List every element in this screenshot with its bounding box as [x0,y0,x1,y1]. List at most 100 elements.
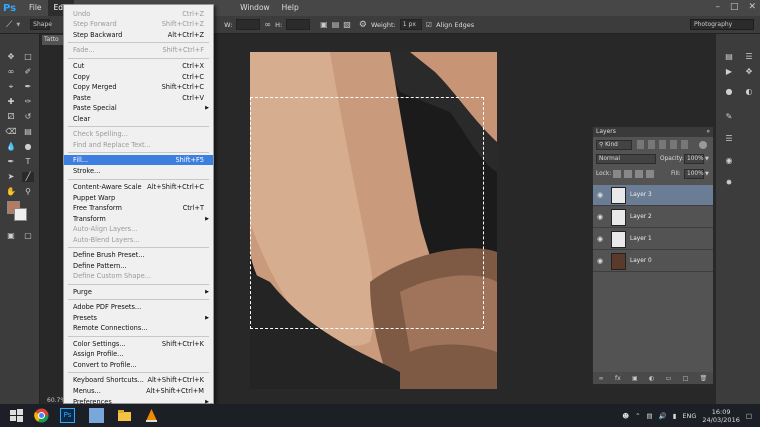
layer-row[interactable]: ◉ Layer 0 [593,251,713,272]
path-selection-tool-icon[interactable]: ➤ [5,172,17,182]
filter-shape-icon[interactable] [670,140,677,149]
path-arrangement-icon[interactable]: ▧ [343,20,351,29]
tool-mode-select[interactable]: Shape [30,19,52,30]
network-icon[interactable]: ▤ [647,412,653,420]
minimize-icon[interactable]: – [715,2,720,12]
layer-name[interactable]: Layer 3 [630,185,652,206]
layer-name[interactable]: Layer 0 [630,251,652,272]
menu-item-assign-profile[interactable]: Assign Profile... [64,349,213,359]
path-alignment-icon[interactable]: ▤ [332,20,340,29]
lock-image-icon[interactable] [624,170,632,178]
menu-item-purge[interactable]: Purge ▶ [64,287,213,297]
menu-item-free-transform[interactable]: Free Transform Ctrl+T [64,203,213,213]
show-hidden-icons-icon[interactable]: ⌃ [635,412,640,420]
photoshop-taskbar-icon[interactable]: Ps [60,408,75,423]
chrome-icon[interactable] [34,408,49,423]
width-field[interactable] [236,19,261,30]
paths-panel-icon[interactable]: ✸ [723,178,735,188]
visibility-eye-icon[interactable]: ◉ [597,213,605,221]
blend-mode-select[interactable]: Normal [596,154,656,164]
menu-item-auto-blend-layers[interactable]: Auto-Blend Layers... [64,235,213,245]
lock-all-icon[interactable] [646,170,654,178]
menu-item-cut[interactable]: Cut Ctrl+X [64,61,213,71]
volume-icon[interactable]: 🔊 [659,412,667,420]
actions-panel-icon[interactable]: ▶ [723,67,735,77]
navigator-panel-icon[interactable]: ✥ [743,67,755,77]
tool-preset-dropdown-icon[interactable]: ▼ [16,22,20,28]
dodge-tool-icon[interactable]: ● [22,142,34,152]
eyedropper-tool-icon[interactable]: ✒ [22,82,34,92]
healing-brush-tool-icon[interactable]: ✚ [5,97,17,107]
menu-item-fade[interactable]: Fade... Shift+Ctrl+F [64,45,213,55]
file-explorer-icon[interactable] [117,408,132,423]
battery-icon[interactable]: ▮ [673,412,677,420]
filter-toggle-icon[interactable] [699,141,707,149]
menu-item-paste-special[interactable]: Paste Special ▶ [64,103,213,113]
menu-item-puppet-warp[interactable]: Puppet Warp [64,193,213,203]
lock-transparent-icon[interactable] [613,170,621,178]
fill-field[interactable]: 100% [684,169,704,179]
layer-row[interactable]: ◉ Layer 2 [593,207,713,228]
taskbar-clock[interactable]: 16:09 24/03/2016 [702,408,739,424]
eraser-tool-icon[interactable]: ⌫ [5,127,17,137]
menu-item-paste[interactable]: Paste Ctrl+V [64,93,213,103]
weight-field[interactable]: 1 px [399,19,422,30]
maximize-icon[interactable]: □ [730,2,739,12]
visibility-eye-icon[interactable]: ◉ [597,257,605,265]
clone-stamp-tool-icon[interactable]: ⚂ [5,112,17,122]
brush-panel-icon[interactable]: ✎ [723,112,735,122]
people-icon[interactable]: ☻ [622,412,629,420]
menu-item-check-spelling[interactable]: Check Spelling... [64,129,213,139]
link-layers-icon[interactable]: ∞ [599,375,604,382]
menu-item-fill[interactable]: Fill... Shift+F5 [64,155,213,165]
menu-item-stroke[interactable]: Stroke... [64,166,213,176]
quick-selection-tool-icon[interactable]: ✐ [22,67,34,77]
menu-item-auto-align-layers[interactable]: Auto-Align Layers... [64,224,213,234]
filter-pixel-icon[interactable] [637,140,644,149]
language-indicator[interactable]: ENG [682,412,696,420]
menu-item-presets[interactable]: Presets ▶ [64,313,213,323]
menu-help[interactable]: Help [276,0,305,16]
menu-item-define-custom-shape[interactable]: Define Custom Shape... [64,271,213,281]
hand-tool-icon[interactable]: ✋ [5,187,17,197]
color-panel-icon[interactable]: ● [723,87,735,97]
windows-start-icon[interactable] [9,408,24,423]
background-color-swatch[interactable] [14,208,27,221]
align-edges-checkbox[interactable]: ☑ [426,21,432,29]
info-panel-icon[interactable]: ☰ [743,52,755,62]
channels-panel-icon[interactable]: ◉ [723,156,735,166]
opacity-field[interactable]: 100% [684,154,704,164]
menu-item-copy-merged[interactable]: Copy Merged Shift+Ctrl+C [64,82,213,92]
add-mask-icon[interactable]: ▣ [632,375,638,382]
opacity-dropdown-icon[interactable]: ▼ [705,154,709,164]
visibility-eye-icon[interactable]: ◉ [597,235,605,243]
layer-filter-kind-select[interactable]: ⚲ Kind [596,140,632,150]
layer-style-icon[interactable]: fx [615,375,621,382]
close-icon[interactable]: ✕ [748,2,756,12]
new-layer-icon[interactable]: □ [683,375,689,382]
brush-tool-icon[interactable]: ✑ [22,97,34,107]
link-icon[interactable]: ∞ [264,20,271,29]
menu-item-adobe-pdf-presets[interactable]: Adobe PDF Presets... [64,302,213,312]
menu-item-content-aware-scale[interactable]: Content-Aware Scale Alt+Shift+Ctrl+C [64,182,213,192]
menu-item-define-pattern[interactable]: Define Pattern... [64,261,213,271]
lasso-tool-icon[interactable]: ∞ [5,67,17,77]
screen-mode-icon[interactable]: ▢ [22,231,34,241]
lock-position-icon[interactable] [635,170,643,178]
menu-item-clear[interactable]: Clear [64,114,213,124]
menu-item-define-brush-preset[interactable]: Define Brush Preset... [64,250,213,260]
menu-item-menus[interactable]: Menus... Alt+Shift+Ctrl+M [64,386,213,396]
menu-file[interactable]: File [23,0,48,16]
visibility-eye-icon[interactable]: ◉ [597,191,605,199]
layers-panel-icon[interactable]: ☰ [723,134,735,144]
line-shape-tool-icon[interactable]: ╱ [22,172,34,182]
menu-item-copy[interactable]: Copy Ctrl+C [64,72,213,82]
menu-window[interactable]: Window [234,0,276,16]
adjustments-panel-icon[interactable]: ◐ [743,87,755,97]
menu-item-remote-connections[interactable]: Remote Connections... [64,323,213,333]
workspace-select[interactable]: Photography [690,19,754,30]
menu-item-step-backward[interactable]: Step Backward Alt+Ctrl+Z [64,30,213,40]
quick-mask-icon[interactable]: ▣ [5,231,17,241]
notepad-icon[interactable] [89,408,104,423]
zoom-tool-icon[interactable]: ⚲ [22,187,34,197]
